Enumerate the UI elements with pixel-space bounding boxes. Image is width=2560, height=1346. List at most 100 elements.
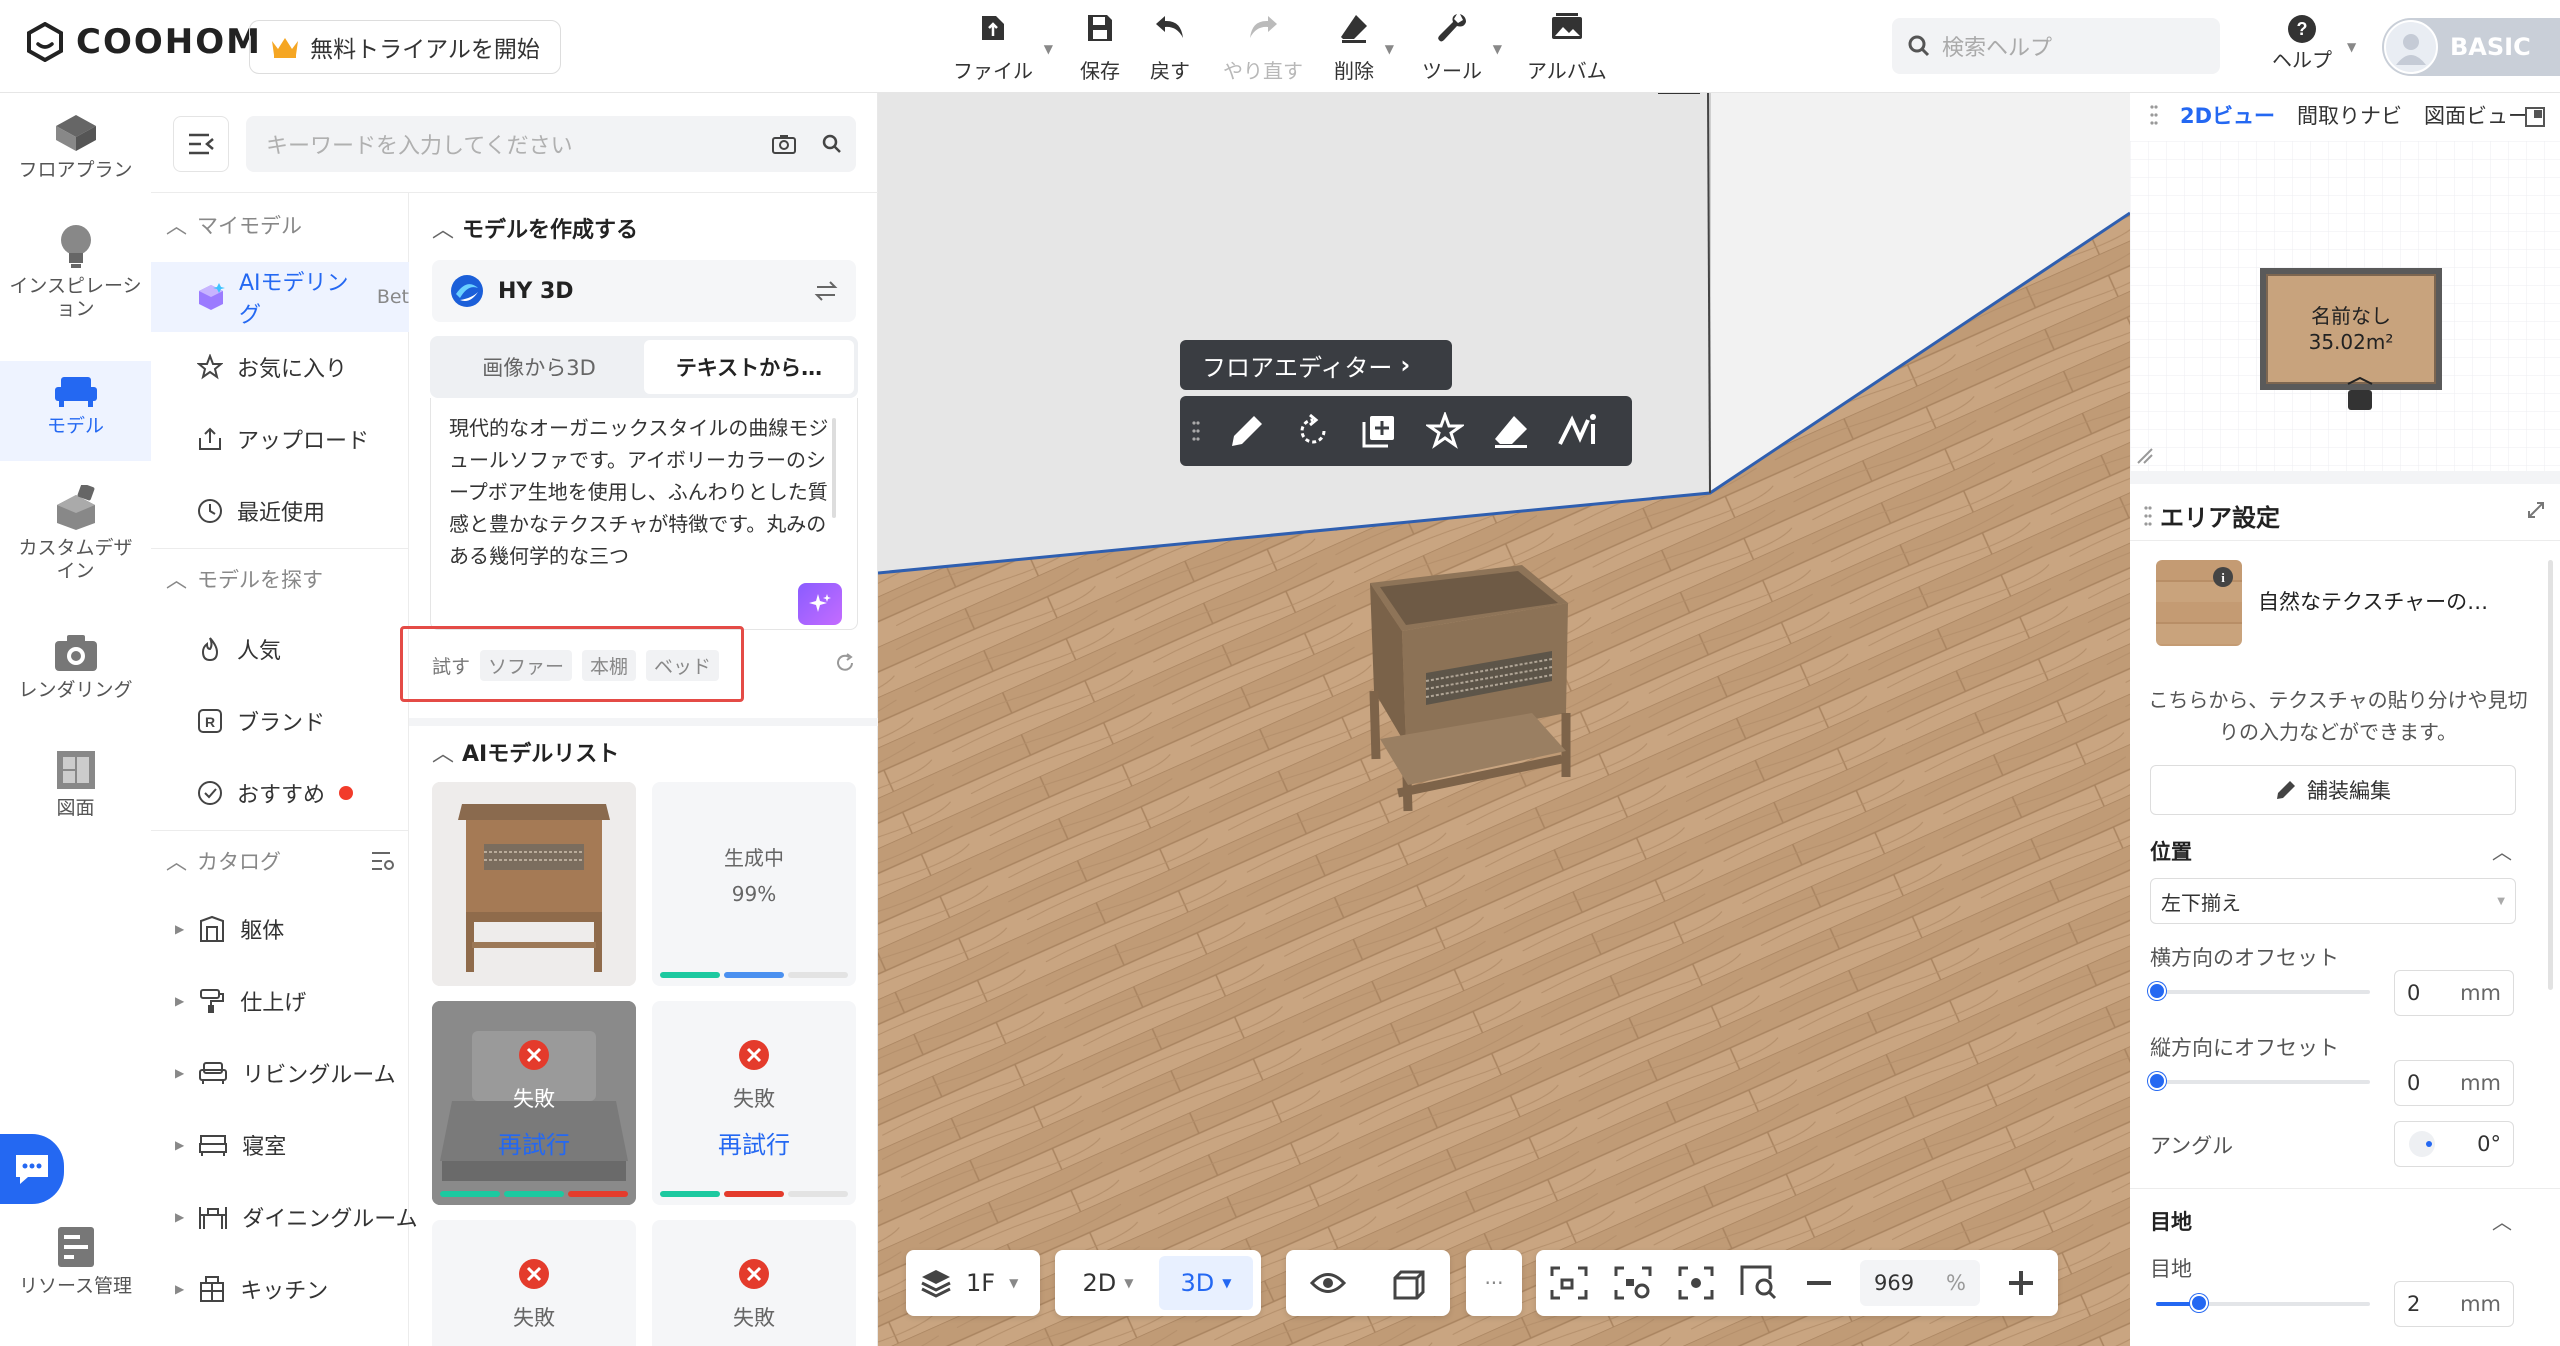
suggestion-chip[interactable]: ベッド	[646, 650, 720, 681]
texture-thumbnail[interactable]: i	[2156, 560, 2242, 646]
camera-marker-icon[interactable]	[2340, 376, 2380, 416]
nav-recent[interactable]: 最近使用	[151, 476, 409, 546]
zoom-out-icon[interactable]	[1804, 1268, 1834, 1298]
v-offset-knob[interactable]	[2148, 1072, 2166, 1090]
ai-model-card[interactable]	[432, 782, 636, 986]
ai-model-card-failed[interactable]: 失敗 再試行	[432, 1001, 636, 1205]
file-menu[interactable]: ファイル ▼	[953, 12, 1053, 84]
tools-menu[interactable]: ツール ▼	[1422, 12, 1502, 84]
drag-handle-icon[interactable]	[1192, 419, 1200, 443]
joint-slider[interactable]	[2156, 1302, 2370, 1306]
cube-view-icon[interactable]	[1393, 1266, 1427, 1300]
filter-settings-icon[interactable]	[370, 850, 396, 872]
tab-drawing-view[interactable]: 図面ビュー	[2424, 100, 2529, 130]
expand-icon[interactable]	[2526, 500, 2546, 520]
zoom-in-icon[interactable]	[2006, 1268, 2036, 1298]
search-icon[interactable]	[822, 134, 842, 154]
tab-image-to-3d[interactable]: 画像から3D	[434, 340, 644, 394]
catalog-item[interactable]: ▶ ダイニングルーム	[151, 1182, 421, 1252]
logo[interactable]: COOHOM	[26, 22, 262, 62]
prompt-textarea[interactable]: 現代的なオーガニックスタイルの曲線モジュールソファです。アイボリーカラーのシープ…	[430, 398, 858, 630]
delete-menu[interactable]: 削除 ▼	[1334, 12, 1394, 84]
ai-model-card-failed[interactable]: 失敗 再試行	[652, 1001, 856, 1205]
prompt-scrollbar[interactable]	[832, 418, 836, 518]
nav-popular[interactable]: 人気	[151, 614, 409, 684]
view-2d-button[interactable]: 2D ▼	[1061, 1256, 1155, 1310]
retry-link[interactable]: 再試行	[432, 1125, 636, 1160]
camera-search-icon[interactable]	[772, 134, 796, 154]
view-settings-icon[interactable]	[1614, 1266, 1652, 1300]
rail-rendering[interactable]: レンダリング	[0, 633, 151, 723]
create-model-header[interactable]: ︿ モデルを作成する	[432, 212, 638, 244]
info-icon[interactable]: i	[2212, 566, 2234, 588]
account-badge[interactable]: BASIC	[2382, 18, 2560, 76]
h-offset-knob[interactable]	[2148, 982, 2166, 1000]
v-offset-input[interactable]: 0 mm	[2394, 1060, 2514, 1106]
album-button[interactable]: アルバム	[1527, 12, 1607, 84]
ai-model-card-generating[interactable]: 生成中 99%	[652, 782, 856, 986]
rail-inspiration[interactable]: インスピレーション	[0, 223, 151, 333]
rail-resources[interactable]: リソース管理	[0, 1225, 151, 1325]
suggestion-chip[interactable]: ソファー	[480, 650, 573, 681]
suggestion-chip[interactable]: 本棚	[582, 650, 637, 681]
joint-knob[interactable]	[2190, 1294, 2208, 1312]
view-3d-button[interactable]: 3D ▼	[1159, 1256, 1253, 1310]
collapse-panel-button[interactable]	[173, 116, 229, 172]
nightstand-model[interactable]	[1362, 563, 1582, 813]
nav-brand[interactable]: R ブランド	[151, 686, 409, 756]
drag-handle-icon[interactable]	[2144, 505, 2152, 527]
catalog-item[interactable]: ▶ リビングルーム	[151, 1038, 409, 1108]
nav-upload[interactable]: アップロード	[151, 404, 409, 474]
nav-recommended[interactable]: おすすめ	[151, 758, 409, 828]
floor-selector[interactable]: 1F ▼	[906, 1250, 1040, 1316]
fit-view-icon[interactable]	[1550, 1266, 1588, 1300]
chevron-up-icon[interactable]: ︿	[2492, 836, 2512, 865]
h-offset-input[interactable]: 0 mm	[2394, 970, 2514, 1016]
add-copy-icon[interactable]	[1360, 412, 1398, 450]
find-models-header[interactable]: ︿ モデルを探す	[166, 564, 323, 594]
ai-model-list-header[interactable]: ︿ AIモデルリスト	[432, 736, 619, 768]
rotate-icon[interactable]	[1294, 412, 1332, 450]
tab-floor-nav[interactable]: 間取りナビ	[2297, 100, 2402, 130]
save-button[interactable]: 保存	[1080, 12, 1120, 84]
ai-tool-icon[interactable]	[1558, 412, 1598, 450]
minimize-icon[interactable]	[2524, 106, 2546, 128]
v-offset-slider[interactable]	[2156, 1080, 2370, 1084]
catalog-item[interactable]: ▶ キッチン	[151, 1254, 409, 1324]
more-button[interactable]: ···	[1466, 1250, 1522, 1316]
chevron-up-icon[interactable]: ︿	[2492, 1206, 2512, 1235]
focus-icon[interactable]	[1678, 1266, 1714, 1300]
engine-selector[interactable]: HY 3D	[432, 260, 856, 322]
rail-floorplan[interactable]: フロアプラン	[0, 113, 151, 213]
3d-viewport[interactable]: フロアエディター ›	[878, 93, 2130, 1346]
rail-custom-design[interactable]: カスタムデザイン	[0, 485, 151, 595]
magic-enhance-button[interactable]	[798, 583, 842, 625]
star-icon[interactable]	[1426, 412, 1464, 450]
refresh-icon[interactable]	[834, 652, 856, 674]
angle-input[interactable]: 0°	[2394, 1121, 2514, 1167]
angle-dial-icon[interactable]	[2407, 1129, 2437, 1159]
tab-text-to-3d[interactable]: テキストから…	[644, 340, 854, 394]
help-menu[interactable]: ? ヘルプ ▼	[2272, 14, 2356, 73]
minimap-room[interactable]: 名前なし 35.02m²	[2260, 268, 2442, 390]
joint-input[interactable]: 2 mm	[2394, 1281, 2514, 1327]
paving-edit-button[interactable]: 舗装編集	[2150, 765, 2516, 815]
eye-icon[interactable]	[1309, 1270, 1346, 1296]
tab-2d-view[interactable]: 2Dビュー	[2180, 100, 2275, 130]
rail-model[interactable]: モデル	[0, 361, 151, 461]
catalog-item[interactable]: ▶ 躯体	[151, 894, 409, 964]
free-trial-button[interactable]: 無料トライアルを開始	[249, 20, 561, 74]
catalog-item[interactable]: ▶ 仕上げ	[151, 966, 409, 1036]
ai-model-card-failed[interactable]: 失敗	[432, 1220, 636, 1346]
zoom-area-icon[interactable]	[1740, 1265, 1778, 1301]
undo-button[interactable]: 戻す	[1150, 12, 1190, 84]
h-offset-slider[interactable]	[2156, 990, 2370, 994]
catalog-header[interactable]: ︿ カタログ	[166, 846, 396, 876]
zoom-input[interactable]: 969 %	[1860, 1260, 1980, 1306]
nav-ai-modeling[interactable]: AIモデリング Bet	[151, 262, 409, 332]
retry-link[interactable]: 再試行	[652, 1125, 856, 1160]
help-search[interactable]: 検索ヘルプ	[1892, 18, 2220, 74]
chat-button[interactable]	[0, 1134, 64, 1204]
catalog-item[interactable]: ▶ 寝室	[151, 1110, 409, 1180]
drag-handle-icon[interactable]	[2150, 104, 2158, 126]
